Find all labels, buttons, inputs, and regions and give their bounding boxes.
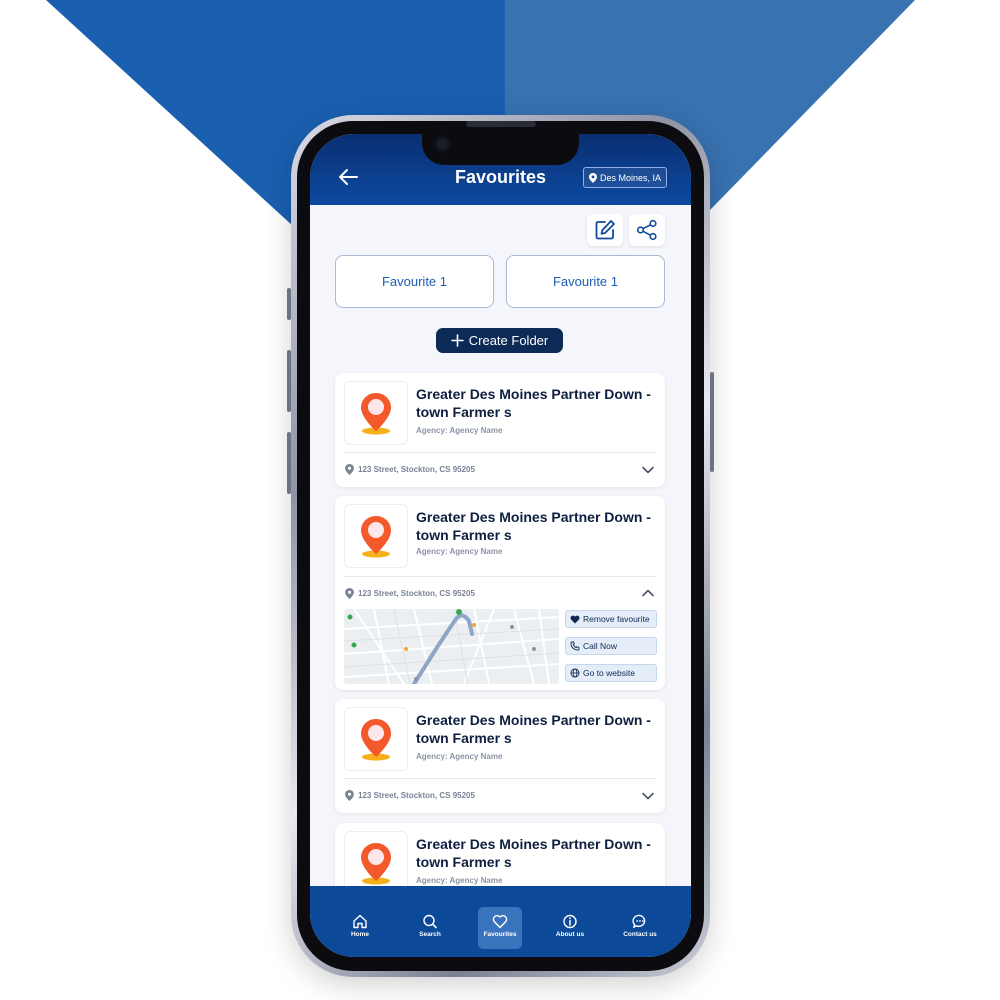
app-screen: Favourites Des Moines, IA Favourite 1 Fa… [310, 134, 691, 957]
create-folder-label: Create Folder [468, 333, 549, 348]
favourites-content: Favourite 1 Favourite 1 Create Folder Gr… [310, 205, 691, 886]
listing-address: 123 Street, Stockton, CS 95205 [358, 589, 475, 598]
nav-label: About us [555, 931, 585, 938]
map-pin-icon [361, 843, 391, 885]
listing-address: 123 Street, Stockton, CS 95205 [358, 791, 475, 800]
nav-label: Home [350, 931, 370, 938]
listing-address-row: 123 Street, Stockton, CS 95205 [345, 464, 475, 475]
listing-agency: Agency: Agency Name [416, 426, 503, 435]
go-to-website-label: Go to website [583, 668, 635, 678]
front-camera [434, 135, 452, 153]
nav-favourites[interactable]: Favourites [478, 907, 522, 949]
info-icon [563, 914, 577, 929]
location-label: Des Moines, IA [599, 172, 662, 183]
create-folder-button[interactable]: Create Folder [436, 328, 563, 353]
volume-up-button [287, 350, 291, 412]
map-pin-icon [361, 719, 391, 761]
nav-label: Search [419, 931, 441, 938]
chevron-down-icon[interactable] [641, 789, 655, 803]
chat-icon [632, 914, 646, 928]
remove-favourite-label: Remove favourite [583, 614, 650, 624]
call-now-button[interactable]: Call Now [565, 637, 657, 655]
edit-button[interactable] [587, 214, 623, 246]
listing-title: Greater Des Moines Partner Down - town F… [416, 712, 651, 746]
volume-down-button [287, 432, 291, 494]
share-button[interactable] [629, 214, 665, 246]
folder-tab-label: Favourite 1 [552, 274, 619, 289]
card-divider [344, 452, 656, 453]
share-icon [636, 219, 657, 241]
go-to-website-button[interactable]: Go to website [565, 664, 657, 682]
nav-search[interactable]: Search [408, 907, 452, 949]
phone-speaker [466, 121, 536, 127]
listing-address-row: 123 Street, Stockton, CS 95205 [345, 790, 475, 801]
heart-icon [570, 615, 580, 623]
nav-home[interactable]: Home [338, 907, 382, 949]
folder-tab-label: Favourite 1 [381, 274, 448, 289]
map-pin-icon [361, 516, 391, 558]
bottom-navigation: Home Search Favourites About us Contact … [310, 886, 691, 957]
search-icon [423, 914, 437, 929]
listing-thumbnail [344, 831, 408, 886]
power-button [710, 372, 714, 472]
edit-icon [595, 220, 615, 240]
call-now-label: Call Now [583, 641, 618, 651]
chevron-down-icon[interactable] [641, 463, 655, 477]
listing-address-row: 123 Street, Stockton, CS 95205 [345, 588, 475, 599]
silent-switch [287, 288, 291, 320]
location-pin-icon [345, 464, 354, 475]
map-pin-icon [361, 393, 391, 435]
folder-tab-2[interactable]: Favourite 1 [506, 255, 665, 308]
location-pin-icon [588, 172, 597, 183]
listing-thumbnail [344, 707, 408, 771]
nav-about-us[interactable]: About us [548, 907, 592, 949]
listing-title: Greater Des Moines Partner Down - town F… [416, 509, 651, 543]
globe-icon [570, 668, 580, 678]
home-icon [353, 914, 367, 929]
nav-label: Favourites [483, 931, 517, 938]
listing-thumbnail [344, 504, 408, 568]
listing-title: Greater Des Moines Partner Down - town F… [416, 386, 651, 420]
listing-title: Greater Des Moines Partner Down - town F… [416, 836, 651, 870]
chevron-up-icon[interactable] [641, 586, 655, 600]
nav-contact-us[interactable]: Contact us [618, 907, 662, 949]
folder-tab-1[interactable]: Favourite 1 [335, 255, 494, 308]
card-divider [344, 778, 656, 779]
listing-card[interactable]: Greater Des Moines Partner Down - town F… [335, 823, 665, 886]
listing-card[interactable]: Greater Des Moines Partner Down - town F… [335, 699, 665, 813]
listing-agency: Agency: Agency Name [416, 752, 503, 761]
listing-card[interactable]: Greater Des Moines Partner Down - town F… [335, 496, 665, 690]
listing-address: 123 Street, Stockton, CS 95205 [358, 465, 475, 474]
location-pin-icon [345, 790, 354, 801]
location-pin-icon [345, 588, 354, 599]
listing-thumbnail [344, 381, 408, 445]
nav-label: Contact us [623, 931, 657, 938]
card-divider [344, 576, 656, 577]
listing-card[interactable]: Greater Des Moines Partner Down - town F… [335, 373, 665, 487]
plus-icon [450, 334, 464, 347]
location-selector[interactable]: Des Moines, IA [583, 167, 667, 188]
listing-agency: Agency: Agency Name [416, 547, 503, 556]
map-preview[interactable] [344, 609, 559, 684]
heart-icon [492, 915, 508, 929]
phone-icon [570, 641, 580, 651]
remove-favourite-button[interactable]: Remove favourite [565, 610, 657, 628]
listing-agency: Agency: Agency Name [416, 876, 503, 885]
